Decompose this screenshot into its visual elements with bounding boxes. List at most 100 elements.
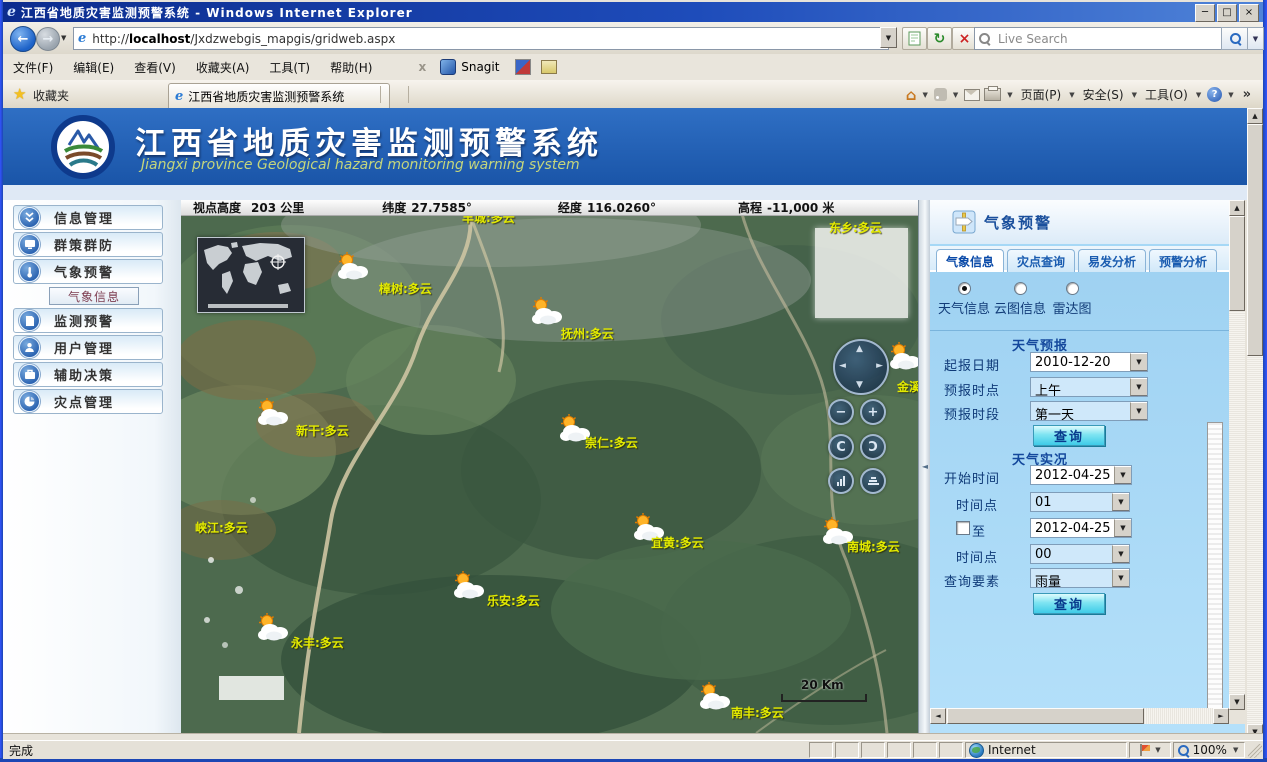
print-icon[interactable] (984, 88, 1001, 101)
panel-scroll-right-icon[interactable]: ► (1213, 708, 1229, 724)
collapsed-list-strip[interactable] (1207, 422, 1223, 724)
dropdown-arrow-icon[interactable]: ▼ (1112, 493, 1129, 511)
pan-down-icon[interactable]: ▼ (856, 380, 863, 390)
radio-cloud-image[interactable]: 云图信息 (992, 282, 1048, 317)
feed-dropdown-icon[interactable]: ▼ (953, 91, 958, 99)
panel-scroll-down-icon[interactable]: ▼ (1229, 694, 1245, 710)
menu-view[interactable]: 查看(V) (124, 56, 186, 79)
protected-dropdown-icon[interactable]: ▼ (1155, 746, 1160, 754)
dropdown-arrow-icon[interactable]: ▼ (1114, 519, 1131, 537)
toolbar-close-icon[interactable]: x (418, 60, 426, 74)
rotate-ccw-button[interactable]: C (828, 434, 854, 460)
sidebar-item-hazard-management[interactable]: 灾点管理 (13, 389, 163, 414)
page-tab[interactable]: e 江西省地质灾害监测预警系统 (168, 83, 390, 109)
dropdown-arrow-icon[interactable]: ▼ (1114, 466, 1131, 484)
rss-feed-icon[interactable] (934, 88, 947, 101)
dropdown-arrow-icon[interactable]: ▼ (1112, 545, 1129, 563)
favorites-label[interactable]: 收藏夹 (33, 87, 69, 104)
pan-left-icon[interactable]: ◄ (839, 361, 846, 371)
tilt-up-button[interactable] (828, 468, 854, 494)
forward-button[interactable]: → (36, 27, 60, 51)
search-input[interactable]: Live Search (974, 27, 1230, 50)
menu-edit[interactable]: 编辑(E) (63, 56, 124, 79)
zoom-in-button[interactable]: + (860, 399, 886, 425)
world-overview-map[interactable] (197, 237, 305, 313)
tab-warning-analysis[interactable]: 预警分析 (1149, 249, 1217, 273)
home-icon[interactable]: ⌂ (906, 86, 917, 104)
search-options-dropdown[interactable]: ▼ (1247, 27, 1264, 50)
zoom-pane[interactable]: 100% ▼ (1173, 742, 1245, 758)
snagit-capture-icon[interactable] (515, 59, 531, 75)
sidebar-item-info-management[interactable]: 信息管理 (13, 205, 163, 230)
refresh-button[interactable]: ↻ (927, 27, 952, 50)
menu-tools[interactable]: 工具(T) (259, 56, 320, 79)
tab-weather-info[interactable]: 气象信息 (936, 249, 1004, 273)
menu-file[interactable]: 文件(F) (3, 56, 63, 79)
radio-weather-info[interactable]: 天气信息 (936, 282, 992, 317)
tab-hazard-query[interactable]: 灾点查询 (1007, 249, 1075, 273)
tilt-down-button[interactable] (860, 468, 886, 494)
tools-menu-button[interactable]: 工具(O) (1143, 84, 1190, 105)
splitter-handle-icon[interactable]: ◄ (922, 462, 928, 471)
radio-icon[interactable] (1014, 282, 1027, 295)
home-dropdown-icon[interactable]: ▼ (922, 91, 927, 99)
print-dropdown-icon[interactable]: ▼ (1007, 91, 1012, 99)
page-scrollbar-thumb[interactable] (1247, 124, 1263, 356)
radio-icon[interactable] (958, 282, 971, 295)
dropdown-arrow-icon[interactable]: ▼ (1130, 402, 1147, 420)
end-date-select[interactable]: 2012-04-25 ▼ (1030, 518, 1132, 538)
actual-query-button[interactable]: 查询 (1033, 593, 1105, 614)
forecast-date-select[interactable]: 2010-12-20 ▼ (1030, 352, 1148, 372)
search-go-button[interactable] (1221, 27, 1249, 50)
pan-up-icon[interactable]: ▲ (856, 344, 863, 354)
overflow-chevron-icon[interactable]: » (1243, 87, 1251, 102)
dropdown-arrow-icon[interactable]: ▼ (1112, 569, 1129, 587)
to-date-checkbox[interactable] (956, 521, 970, 535)
end-hour-select[interactable]: 00 ▼ (1030, 544, 1130, 564)
page-scroll-up-icon[interactable]: ▲ (1247, 108, 1263, 124)
sidebar-subitem-weather-info[interactable]: 气象信息 (49, 287, 139, 305)
close-button[interactable]: × (1239, 4, 1259, 22)
sidebar-item-group-prevention[interactable]: 群策群防 (13, 232, 163, 257)
dropdown-arrow-icon[interactable]: ▼ (1130, 378, 1147, 396)
title-bar[interactable]: e 江西省地质灾害监测预警系统 - Windows Internet Explo… (3, 2, 1263, 22)
page-dropdown-icon[interactable]: ▼ (1069, 91, 1074, 99)
query-element-select[interactable]: 雨量 ▼ (1030, 568, 1130, 588)
panel-scroll-left-icon[interactable]: ◄ (930, 708, 946, 724)
sidebar-item-monitor-warning[interactable]: 监测预警 (13, 308, 163, 333)
help-icon[interactable]: ? (1207, 87, 1222, 102)
pan-compass-control[interactable]: ▲ ▼ ◄ ► (833, 339, 889, 395)
minimize-button[interactable]: ─ (1195, 4, 1215, 22)
help-dropdown-icon[interactable]: ▼ (1228, 91, 1233, 99)
panel-scroll-up-icon[interactable]: ▲ (1229, 200, 1245, 216)
mail-icon[interactable] (964, 89, 980, 101)
snagit-label[interactable]: Snagit (461, 60, 499, 74)
sidebar-item-user-management[interactable]: 用户管理 (13, 335, 163, 360)
protected-mode-pane[interactable]: ▼ (1129, 742, 1171, 758)
address-dropdown-button[interactable]: ▼ (880, 27, 897, 48)
rotate-cw-button[interactable]: C (860, 434, 886, 460)
zoom-dropdown-icon[interactable]: ▼ (1233, 746, 1238, 754)
start-date-select[interactable]: 2012-04-25 ▼ (1030, 465, 1132, 485)
history-dropdown-icon[interactable]: ▼ (61, 34, 66, 42)
favorites-star-icon[interactable]: ★ (13, 85, 26, 103)
page-menu-button[interactable]: 页面(P) (1019, 84, 1064, 105)
map-viewport[interactable]: 视点高度 203 公里 纬度 27.7585° 经度 116.0260° 高程 … (181, 200, 918, 733)
tools-dropdown-icon[interactable]: ▼ (1196, 91, 1201, 99)
safety-dropdown-icon[interactable]: ▼ (1132, 91, 1137, 99)
restore-button[interactable]: □ (1217, 4, 1237, 22)
safety-menu-button[interactable]: 安全(S) (1081, 84, 1126, 105)
snagit-profile-icon[interactable] (541, 60, 557, 74)
dropdown-arrow-icon[interactable]: ▼ (1130, 353, 1147, 371)
sidebar-item-decision-support[interactable]: 辅助决策 (13, 362, 163, 387)
tab-susceptibility-analysis[interactable]: 易发分析 (1078, 249, 1146, 273)
panel-scrollbar-thumb[interactable] (1229, 216, 1245, 311)
radio-radar-image[interactable]: 雷达图 (1048, 282, 1096, 317)
sidebar-item-weather-warning[interactable]: 气象预警 (13, 259, 163, 284)
url-input[interactable]: e http://localhost/Jxdzwebgis_mapgis/gri… (73, 27, 889, 50)
resize-grip[interactable] (1248, 744, 1262, 758)
compatibility-view-button[interactable] (902, 27, 927, 50)
back-button[interactable]: ← (10, 26, 36, 52)
radio-icon[interactable] (1066, 282, 1079, 295)
panel-hscrollbar-thumb[interactable] (947, 708, 1144, 724)
